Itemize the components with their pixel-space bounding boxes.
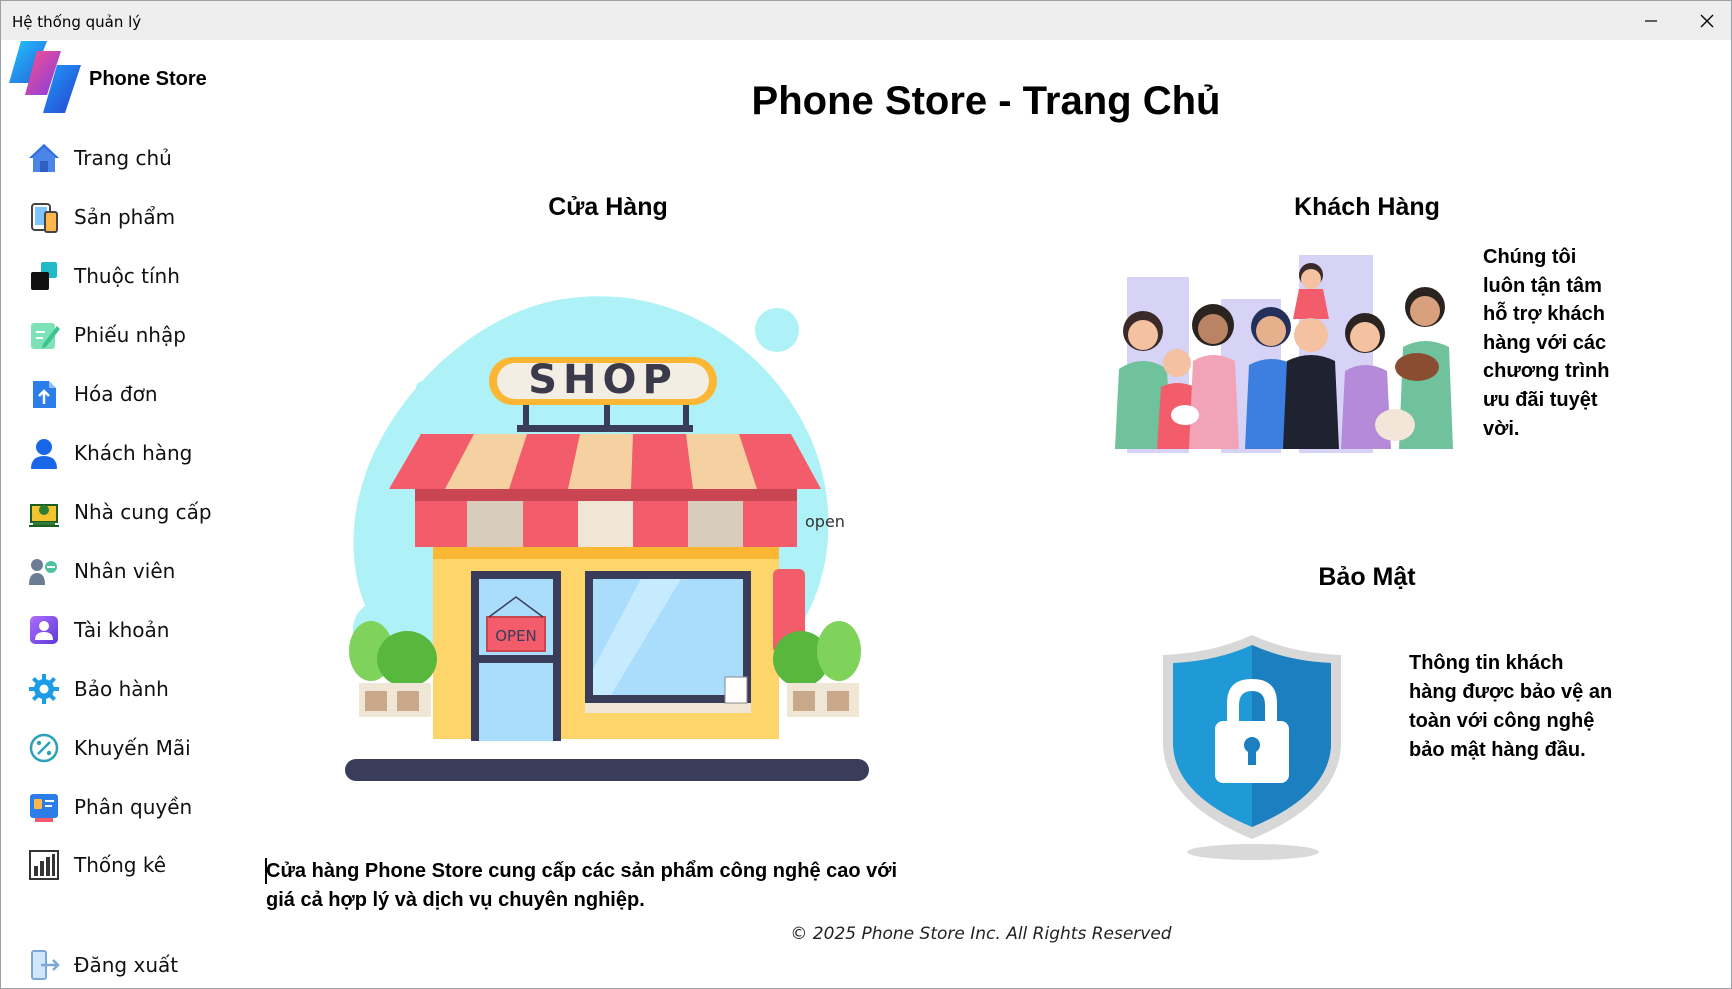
store-description-line: giá cả hợp lý và dịch vụ chuyên nghiệp. — [266, 889, 645, 911]
minimize-icon — [1645, 19, 1657, 22]
logout-label: Đăng xuất — [74, 953, 179, 977]
sidebar-item-import-notes[interactable]: Phiếu nhập — [25, 313, 235, 357]
logout-button[interactable]: Đăng xuất — [25, 943, 235, 987]
sidebar-item-label: Nhân viên — [74, 559, 176, 583]
security-description-line: toàn với công nghệ — [1409, 710, 1595, 732]
customers-illustration — [1115, 255, 1453, 453]
devices-icon — [25, 198, 63, 236]
store-section-title: Cửa Hàng — [548, 193, 668, 221]
sidebar-item-label: Hóa đơn — [74, 382, 158, 406]
customers-description-line: hàng với các — [1483, 331, 1607, 354]
warranty-gear-icon — [25, 670, 63, 708]
security-description-line: hàng được bảo vệ an — [1409, 681, 1613, 703]
security-description-line: bảo mật hàng đầu. — [1409, 739, 1586, 761]
sidebar-item-label: Thống kê — [74, 853, 167, 877]
statistics-icon — [25, 846, 63, 884]
customers-description: Chúng tôi luôn tận tâm hỗ trợ khách hàng… — [1483, 243, 1683, 443]
sidebar-item-suppliers[interactable]: Nhà cung cấp — [25, 490, 235, 534]
customers-description-line: ưu đãi tuyệt — [1483, 388, 1598, 411]
customers-description-line: vời. — [1483, 417, 1520, 440]
customers-description-line: Chúng tôi — [1483, 246, 1577, 268]
title-bar: Hệ thống quản lý — [1, 1, 1731, 40]
store-description-line: Cửa hàng Phone Store cung cấp các sản ph… — [266, 860, 898, 882]
sidebar-item-label: Thuộc tính — [74, 264, 180, 288]
invoice-icon — [25, 375, 63, 413]
close-button[interactable] — [1679, 1, 1732, 40]
sidebar-item-staff[interactable]: Nhân viên — [25, 549, 235, 593]
discount-icon — [25, 729, 63, 767]
phone-store-logo — [9, 41, 81, 113]
page-title: Phone Store - Trang Chủ — [751, 79, 1221, 123]
security-description-line: Thông tin khách — [1409, 652, 1564, 674]
sidebar-item-label: Bảo hành — [74, 677, 169, 701]
attributes-icon — [25, 257, 63, 295]
account-icon — [25, 611, 63, 649]
sidebar-item-label: Trang chủ — [74, 146, 172, 170]
app-window: Hệ thống quản lý Phone Store Trang chủ S… — [0, 0, 1732, 989]
customer-icon — [25, 434, 63, 472]
customers-description-line: hỗ trợ khách — [1483, 303, 1606, 326]
sidebar-item-invoices[interactable]: Hóa đơn — [25, 372, 235, 416]
shop-illustration: SHOP OPEN open — [345, 296, 869, 781]
sidebar-item-attributes[interactable]: Thuộc tính — [25, 254, 235, 298]
logout-icon — [25, 946, 63, 984]
window-title: Hệ thống quản lý — [12, 13, 142, 31]
sidebar-item-label: Phân quyền — [74, 795, 193, 819]
sidebar-item-label: Nhà cung cấp — [74, 500, 212, 524]
shop-sign-text: SHOP — [528, 357, 678, 403]
sidebar-item-label: Tài khoản — [74, 618, 170, 642]
sidebar-item-label: Khuyến Mãi — [74, 736, 191, 760]
sidebar-item-home[interactable]: Trang chủ — [25, 136, 235, 180]
sidebar-item-warranty[interactable]: Bảo hành — [25, 667, 235, 711]
home-icon — [25, 139, 63, 177]
import-note-icon — [25, 316, 63, 354]
security-description: Thông tin khách hàng được bảo vệ an toàn… — [1409, 649, 1709, 765]
door-open-sign: OPEN — [495, 627, 537, 645]
security-shield-illustration — [1163, 635, 1341, 860]
sidebar-item-statistics[interactable]: Thống kê — [25, 843, 235, 887]
customers-description-line: chương trình — [1483, 360, 1610, 383]
sidebar-item-label: Phiếu nhập — [74, 323, 186, 347]
sidebar-item-customers[interactable]: Khách hàng — [25, 431, 235, 475]
customers-description-line: luôn tận tâm — [1483, 274, 1602, 297]
close-icon — [1700, 14, 1714, 27]
security-section-title: Bảo Mật — [1318, 563, 1416, 591]
side-open-sign: open — [805, 512, 845, 531]
customers-section-title: Khách Hàng — [1294, 193, 1440, 221]
sidebar-item-label: Sản phẩm — [74, 205, 176, 229]
store-description: Cửa hàng Phone Store cung cấp các sản ph… — [266, 857, 986, 915]
staff-icon — [25, 552, 63, 590]
sidebar-item-products[interactable]: Sản phẩm — [25, 195, 235, 239]
sidebar-item-label: Khách hàng — [74, 441, 193, 465]
brand-name: Phone Store — [89, 68, 207, 90]
sidebar-item-accounts[interactable]: Tài khoản — [25, 608, 235, 652]
copyright-footer: © 2025 Phone Store Inc. All Rights Reser… — [790, 924, 1172, 944]
sidebar-item-promotions[interactable]: Khuyến Mãi — [25, 726, 235, 770]
permission-icon — [25, 788, 63, 826]
minimize-button[interactable] — [1623, 1, 1679, 40]
supplier-icon — [25, 493, 63, 531]
sidebar-item-permissions[interactable]: Phân quyền — [25, 785, 235, 829]
